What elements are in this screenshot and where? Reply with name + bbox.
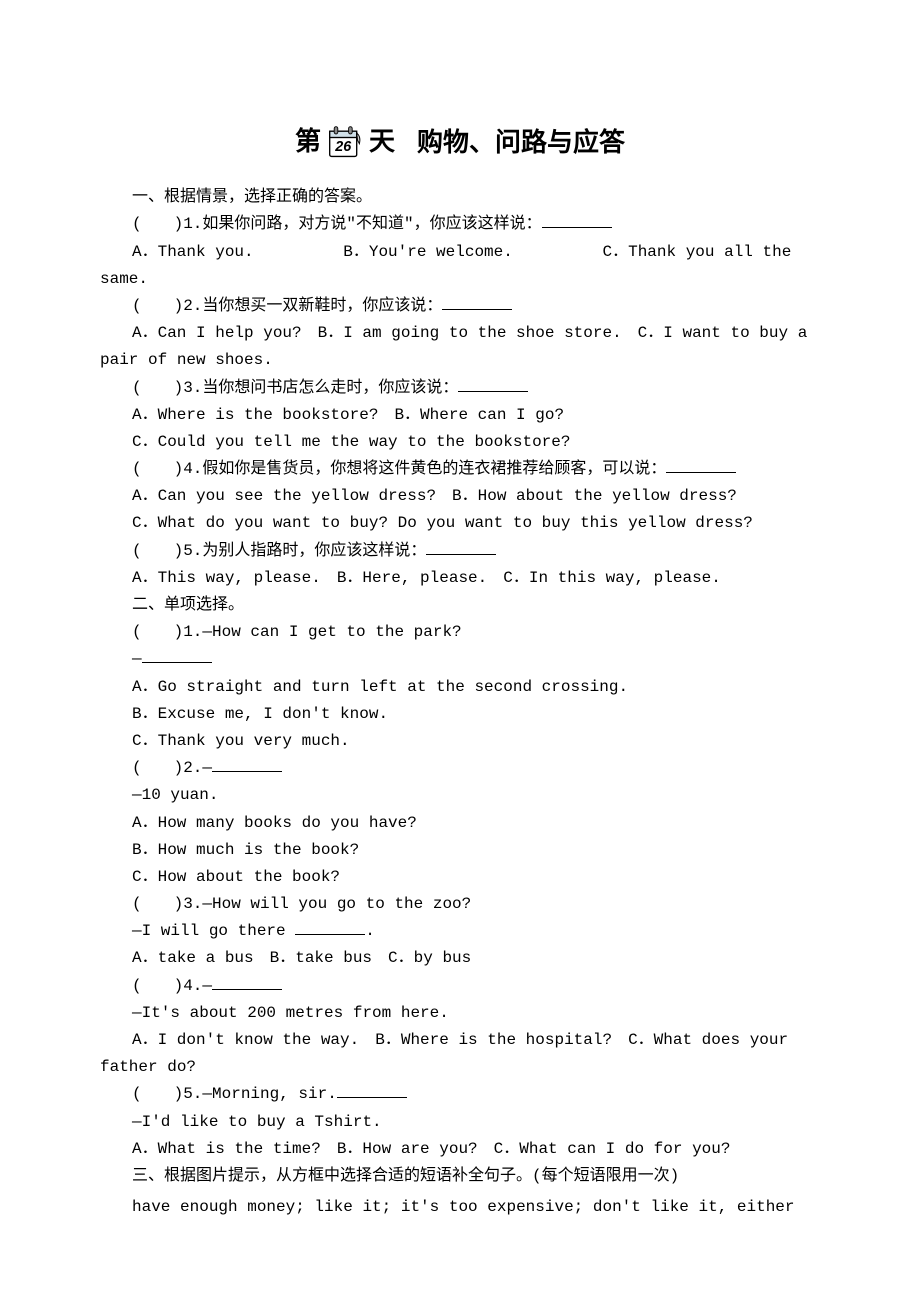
s2-q3-reply-pre: —I will go there — [132, 922, 295, 940]
blank — [542, 211, 612, 228]
blank — [442, 293, 512, 310]
s1-q1-b: B．You're welcome. — [343, 243, 513, 261]
s2-q4-stem: ( )4.— — [100, 973, 820, 1000]
s1-q5-stem: ( )5.为别人指路时，你应该这样说： — [100, 538, 820, 565]
page-title: 第 26 天 购物、问路与应答 — [100, 120, 820, 164]
s1-q1-opts: A．Thank you. B．You're welcome. C．Thank y… — [100, 239, 820, 293]
s2-q2-reply: —10 yuan. — [100, 782, 820, 809]
s1-q4-line2: C．What do you want to buy? Do you want t… — [100, 510, 820, 537]
s1-q4-stem-text: ( )4.假如你是售货员，你想将这件黄色的连衣裙推荐给顾客，可以说： — [132, 460, 666, 478]
s1-q2-stem-text: ( )2.当你想买一双新鞋时，你应该说： — [132, 297, 442, 315]
section3-box: have enough money; like it; it's too exp… — [132, 1194, 820, 1221]
s2-q3-stem: ( )3.—How will you go to the zoo? — [100, 891, 820, 918]
s2-q3-opts: A．take a bus B．take bus C．by bus — [100, 945, 820, 972]
s2-q2-a: A．How many books do you have? — [100, 810, 820, 837]
title-suffix: 天 — [369, 120, 395, 164]
s2-q2-stem: ( )2.— — [100, 755, 820, 782]
blank — [142, 646, 212, 663]
s2-q4-reply: —It's about 200 metres from here. — [100, 1000, 820, 1027]
s1-q1-stem-text: ( )1.如果你问路，对方说"不知道"，你应该这样说： — [132, 215, 542, 233]
s2-q1-dash-text: — — [132, 650, 142, 668]
s1-q3-line1: A．Where is the bookstore? B．Where can I … — [100, 402, 820, 429]
blank — [212, 755, 282, 772]
s2-q1-dash: — — [100, 646, 820, 673]
s1-q5-stem-text: ( )5.为别人指路时，你应该这样说： — [132, 542, 426, 560]
s2-q1-b: B．Excuse me, I don't know. — [100, 701, 820, 728]
calendar-day-icon: 26 — [327, 124, 363, 160]
blank — [295, 918, 365, 935]
section2-heading: 二、单项选择。 — [100, 592, 820, 619]
title-prefix: 第 — [295, 120, 321, 164]
s1-q2-opts: A．Can I help you? B．I am going to the sh… — [100, 320, 820, 374]
s2-q2-c: C．How about the book? — [100, 864, 820, 891]
s1-q3-stem: ( )3.当你想问书店怎么走时，你应该说： — [100, 375, 820, 402]
s2-q3-reply-post: . — [365, 922, 375, 940]
worksheet-page: 第 26 天 购物、问路与应答 一、根据情景，选择正确的答案。 ( )1.如果你… — [0, 0, 920, 1302]
s2-q3-reply: —I will go there . — [100, 918, 820, 945]
s2-q2-stem-text: ( )2.— — [132, 759, 212, 777]
s1-q1-stem: ( )1.如果你问路，对方说"不知道"，你应该这样说： — [100, 211, 820, 238]
s2-q1-a: A．Go straight and turn left at the secon… — [100, 674, 820, 701]
s1-q4-stem: ( )4.假如你是售货员，你想将这件黄色的连衣裙推荐给顾客，可以说： — [100, 456, 820, 483]
s2-q5-stem-text: ( )5.—Morning, sir. — [132, 1085, 337, 1103]
s2-q1-c: C．Thank you very much. — [100, 728, 820, 755]
s2-q1-stem: ( )1.—How can I get to the park? — [100, 619, 820, 646]
day-number: 26 — [334, 139, 352, 155]
s2-q5-reply: —I'd like to buy a T­shirt. — [100, 1109, 820, 1136]
blank — [458, 375, 528, 392]
s1-q2-stem: ( )2.当你想买一双新鞋时，你应该说： — [100, 293, 820, 320]
s1-q3-line2: C．Could you tell me the way to the books… — [100, 429, 820, 456]
s1-q1-a: A．Thank you. — [132, 243, 254, 261]
section3-heading: 三、根据图片提示，从方框中选择合适的短语补全句子。(每个短语限用一次) — [100, 1163, 820, 1190]
s1-q5-opts: A．This way, please. B．Here, please. C．In… — [100, 565, 820, 592]
s1-q4-line1: A．Can you see the yellow dress? B．How ab… — [100, 483, 820, 510]
s1-q3-stem-text: ( )3.当你想问书店怎么走时，你应该说： — [132, 379, 458, 397]
s2-q5-opts: A．What is the time? B．How are you? C．Wha… — [100, 1136, 820, 1163]
s2-q4-stem-text: ( )4.— — [132, 977, 212, 995]
blank — [337, 1081, 407, 1098]
blank — [212, 973, 282, 990]
blank — [666, 456, 736, 473]
title-topic: 购物、问路与应答 — [417, 120, 625, 164]
section1-heading: 一、根据情景，选择正确的答案。 — [100, 184, 820, 211]
s2-q4-opts: A．I don't know the way. B．Where is the h… — [100, 1027, 820, 1081]
s2-q2-b: B．How much is the book? — [100, 837, 820, 864]
blank — [426, 538, 496, 555]
s2-q5-stem: ( )5.—Morning, sir. — [100, 1081, 820, 1108]
